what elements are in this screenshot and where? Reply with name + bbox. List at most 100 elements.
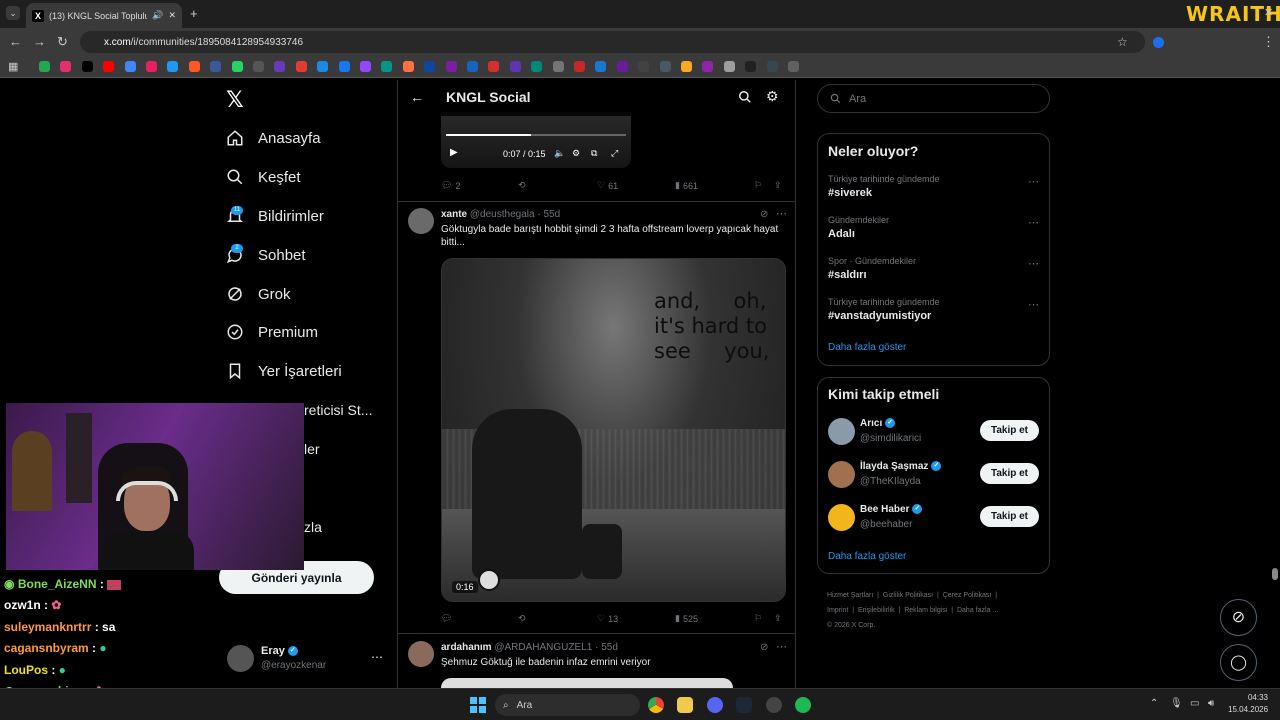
bookmark-button[interactable]: ⚐ — [754, 180, 762, 191]
footer-link[interactable]: Gizlilik Politikası — [883, 592, 933, 599]
footer-link[interactable]: Hizmet Şartları — [827, 592, 873, 599]
bookmark-favicon-icon[interactable] — [616, 61, 628, 72]
bookmark-favicon-icon[interactable] — [231, 61, 243, 72]
share-button[interactable]: ⇪ — [774, 613, 782, 624]
tab-close-icon[interactable]: ✕ — [168, 10, 176, 21]
share-button[interactable]: ⇪ — [774, 180, 782, 191]
grok-post-icon[interactable]: ⊘ — [760, 642, 768, 653]
user-avatar[interactable] — [828, 504, 855, 531]
post-media[interactable] — [441, 678, 733, 688]
bookmark-favicon-icon[interactable] — [274, 61, 286, 72]
trends-show-more[interactable]: Daha fazla göster — [828, 342, 906, 353]
user-avatar[interactable] — [828, 461, 855, 488]
account-avatar[interactable] — [227, 645, 254, 672]
post-avatar[interactable] — [408, 208, 434, 234]
post-author[interactable]: xante — [441, 209, 467, 220]
volume-icon[interactable]: 🔈 — [554, 148, 565, 159]
repost-button[interactable]: ⟲ — [518, 180, 526, 191]
bookmark-favicon-icon[interactable] — [509, 61, 521, 72]
bookmark-favicon-icon[interactable] — [445, 61, 457, 72]
post-author[interactable]: ardahanım — [441, 642, 492, 653]
follow-button[interactable]: Takip et — [980, 420, 1039, 441]
post-more-icon[interactable]: ⋯ — [776, 640, 787, 653]
forward-icon[interactable]: → — [33, 35, 46, 49]
back-arrow-icon[interactable]: ← — [410, 89, 424, 105]
clock-date[interactable]: 15.04.2026 — [1228, 705, 1268, 714]
apps-icon[interactable]: ▦ — [8, 60, 18, 74]
search-input[interactable]: Ara — [817, 84, 1050, 113]
discord-icon[interactable] — [707, 697, 723, 713]
fullscreen-icon[interactable]: ⤢ — [611, 148, 618, 159]
bookmark-favicon-icon[interactable] — [488, 61, 500, 72]
bookmark-favicon-icon[interactable] — [638, 61, 650, 72]
bookmark-favicon-icon[interactable] — [381, 61, 393, 72]
bookmark-favicon-icon[interactable] — [659, 61, 671, 72]
post-avatar[interactable] — [408, 641, 434, 667]
who-show-more[interactable]: Daha fazla göster — [828, 551, 906, 562]
trend-more-icon[interactable]: ⋯ — [1028, 216, 1039, 229]
bookmark-favicon-icon[interactable] — [574, 61, 585, 72]
video-progress-track[interactable] — [446, 134, 626, 136]
post-media[interactable]: and, oh, it's hard to see you, 0:16 — [441, 258, 786, 602]
bookmark-favicon-icon[interactable] — [424, 61, 436, 72]
taskbar-search[interactable]: ⌕ Ara — [495, 694, 640, 716]
bookmark-favicon-icon[interactable] — [766, 61, 778, 72]
messages-fab-icon[interactable]: ◯ — [1220, 644, 1257, 681]
post-time[interactable]: 55d — [601, 642, 618, 653]
bookmark-favicon-icon[interactable] — [167, 61, 179, 72]
nav-item-partial-3[interactable]: zla — [304, 519, 322, 535]
trend-name[interactable]: #saldırı — [828, 269, 867, 281]
footer-link[interactable]: Imprint — [827, 607, 848, 614]
follow-button[interactable]: Takip et — [980, 506, 1039, 527]
bookmark-favicon-icon[interactable] — [124, 61, 136, 72]
bookmark-favicon-icon[interactable] — [295, 61, 307, 72]
bookmark-favicon-icon[interactable] — [103, 61, 115, 72]
nav-item-home[interactable]: Anasayfa — [226, 121, 321, 155]
x-logo-icon[interactable]: 𝕏 — [226, 88, 244, 113]
nav-item-premium[interactable]: Premium — [226, 315, 318, 349]
bookmark-star-icon[interactable]: ☆ — [1117, 35, 1128, 49]
extension-icon[interactable] — [1153, 37, 1164, 48]
nav-item-partial-2[interactable]: ler — [304, 441, 320, 457]
settings-icon[interactable]: ⚙ — [572, 148, 580, 159]
bookmark-favicon-icon[interactable] — [39, 61, 50, 72]
settings-gear-icon[interactable]: ⚙ — [766, 88, 779, 105]
user-avatar[interactable] — [828, 418, 855, 445]
volume-icon[interactable]: 🔊︎ — [1208, 698, 1214, 709]
footer-link[interactable]: Reklam bilgisi — [904, 607, 947, 614]
menu-icon[interactable]: ⋮ — [1262, 35, 1275, 49]
pip-icon[interactable]: ⧉ — [591, 148, 597, 159]
post-more-icon[interactable]: ⋯ — [776, 207, 787, 220]
url-field[interactable]: x.com/i/communities/1895084128954933746 — [80, 31, 1145, 53]
reload-icon[interactable]: ↻ — [57, 35, 68, 49]
footer-link[interactable]: Daha fazla ... — [957, 607, 998, 614]
trend-name[interactable]: Adalı — [828, 228, 855, 240]
like-button[interactable]: ♡ 61 — [597, 180, 618, 191]
like-button[interactable]: ♡ 13 — [597, 613, 618, 624]
bookmark-button[interactable]: ⚐ — [754, 613, 762, 624]
grok-post-icon[interactable]: ⊘ — [760, 209, 768, 220]
bookmark-favicon-icon[interactable] — [146, 61, 157, 72]
post-handle[interactable]: @ARDAHANGUZEL1 — [494, 642, 592, 653]
reply-button[interactable]: 💬︎ — [441, 613, 452, 624]
trend-more-icon[interactable]: ⋯ — [1028, 257, 1039, 270]
bookmark-favicon-icon[interactable] — [595, 61, 607, 72]
bookmark-favicon-icon[interactable] — [317, 61, 329, 72]
bookmark-favicon-icon[interactable] — [702, 61, 714, 72]
user-name[interactable]: Arıcı ✓ — [860, 418, 896, 429]
bookmark-favicon-icon[interactable] — [531, 61, 543, 72]
bookmark-favicon-icon[interactable] — [788, 61, 799, 72]
nav-item-bookmarks[interactable]: Yer İşaretleri — [226, 354, 342, 388]
bookmark-favicon-icon[interactable] — [210, 61, 222, 72]
previous-video[interactable]: ▶ 0:07 / 0:15 🔈 ⚙ ⧉ ⤢ — [441, 112, 631, 168]
folder-icon[interactable] — [677, 697, 693, 713]
page-scrollbar[interactable] — [1272, 568, 1278, 580]
speaker-icon[interactable]: 🔊 — [152, 10, 163, 21]
trend-more-icon[interactable]: ⋯ — [1028, 298, 1039, 311]
bookmark-favicon-icon[interactable] — [745, 61, 757, 72]
account-more-icon[interactable]: ⋯ — [371, 650, 383, 664]
bookmark-favicon-icon[interactable] — [60, 61, 72, 72]
user-name[interactable]: Bee Haber ✓ — [860, 504, 923, 515]
bookmark-favicon-icon[interactable] — [681, 61, 692, 72]
nav-item-notifications[interactable]: Bildirimler — [226, 199, 324, 233]
